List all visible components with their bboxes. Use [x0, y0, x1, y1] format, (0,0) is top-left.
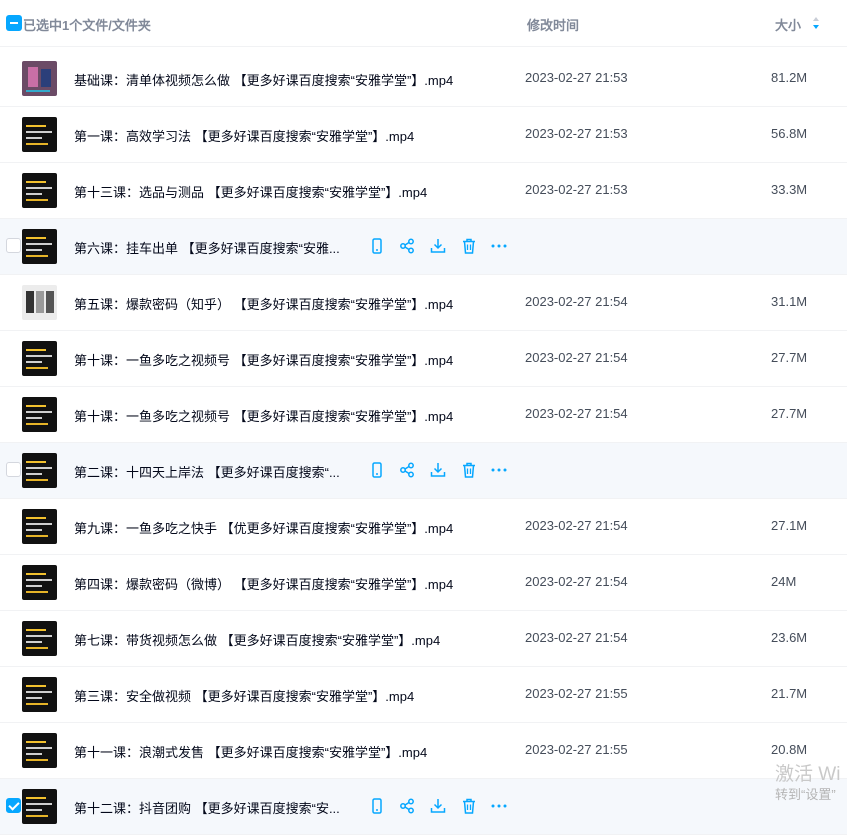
file-modified-time: 2023-02-27 21:53 — [525, 70, 628, 85]
file-size: 27.1M — [771, 518, 808, 533]
file-name[interactable]: 第十一课：浪潮式发售 【更多好课百度搜索“安雅学堂”】.mp4 — [74, 742, 427, 761]
file-name[interactable]: 第二课：十四天上岸法 【更多好课百度搜索“... — [74, 462, 340, 481]
file-row[interactable]: 第三课：安全做视频 【更多好课百度搜索“安雅学堂”】.mp4 2023-02-27… — [0, 667, 847, 723]
video-thumbnail — [22, 397, 57, 432]
file-name[interactable]: 第十三课：选品与测品 【更多好课百度搜索“安雅学堂”】.mp4 — [74, 182, 427, 201]
video-thumbnail — [22, 733, 57, 768]
video-thumbnail — [22, 61, 57, 96]
file-modified-time: 2023-02-27 21:53 — [525, 182, 628, 197]
share-icon[interactable] — [398, 797, 416, 815]
file-modified-time: 2023-02-27 21:54 — [525, 406, 628, 421]
file-row[interactable]: 第一课：高效学习法 【更多好课百度搜索“安雅学堂”】.mp4 2023-02-27… — [0, 107, 847, 163]
file-size: 81.2M — [771, 70, 808, 85]
phone-icon[interactable] — [368, 237, 386, 255]
file-name[interactable]: 第九课：一鱼多吃之快手 【优更多好课百度搜索“安雅学堂”】.mp4 — [74, 518, 453, 537]
file-name[interactable]: 第十二课：抖音团购 【更多好课百度搜索“安... — [74, 798, 340, 817]
file-row[interactable]: 第十课：一鱼多吃之视频号 【更多好课百度搜索“安雅学堂”】.mp4 2023-02… — [0, 331, 847, 387]
file-row[interactable]: 第五课：爆款密码（知乎） 【更多好课百度搜索“安雅学堂”】.mp4 2023-02… — [0, 275, 847, 331]
column-header-size[interactable]: 大小 — [775, 15, 801, 34]
file-name[interactable]: 第十课：一鱼多吃之视频号 【更多好课百度搜索“安雅学堂”】.mp4 — [74, 350, 453, 369]
file-name[interactable]: 第一课：高效学习法 【更多好课百度搜索“安雅学堂”】.mp4 — [74, 126, 414, 145]
file-size: 21.7M — [771, 686, 808, 701]
video-thumbnail — [22, 285, 57, 320]
file-modified-time: 2023-02-27 21:54 — [525, 294, 628, 309]
file-name[interactable]: 第五课：爆款密码（知乎） 【更多好课百度搜索“安雅学堂”】.mp4 — [74, 294, 453, 313]
file-row[interactable]: 第四课：爆款密码（微博） 【更多好课百度搜索“安雅学堂”】.mp4 2023-02… — [0, 555, 847, 611]
file-name[interactable]: 第六课：挂车出单 【更多好课百度搜索“安雅... — [74, 238, 340, 257]
delete-icon[interactable] — [460, 237, 478, 255]
file-modified-time: 2023-02-27 21:55 — [525, 742, 628, 757]
file-modified-time: 2023-02-27 21:53 — [525, 126, 628, 141]
phone-icon[interactable] — [368, 461, 386, 479]
file-row[interactable]: 基础课：清单体视频怎么做 【更多好课百度搜索“安雅学堂”】.mp4 2023-02… — [0, 51, 847, 107]
video-thumbnail — [22, 341, 57, 376]
file-row[interactable]: 第六课：挂车出单 【更多好课百度搜索“安雅... — [0, 219, 847, 275]
windows-activation-hint: 转到“设置” — [775, 787, 836, 802]
file-name[interactable]: 第三课：安全做视频 【更多好课百度搜索“安雅学堂”】.mp4 — [74, 686, 414, 705]
more-icon[interactable] — [490, 797, 508, 815]
share-icon[interactable] — [398, 237, 416, 255]
file-size: 20.8M — [771, 742, 808, 757]
video-thumbnail — [22, 117, 57, 152]
file-row[interactable]: 第二课：十四天上岸法 【更多好课百度搜索“... — [0, 443, 847, 499]
video-thumbnail — [22, 789, 57, 824]
file-list-header: 已选中1个文件/文件夹 修改时间 大小 — [0, 0, 847, 47]
file-row[interactable]: 第十课：一鱼多吃之视频号 【更多好课百度搜索“安雅学堂”】.mp4 2023-02… — [0, 387, 847, 443]
video-thumbnail — [22, 677, 57, 712]
delete-icon[interactable] — [460, 461, 478, 479]
video-thumbnail — [22, 453, 57, 488]
file-size: 24M — [771, 574, 797, 589]
download-icon[interactable] — [429, 461, 447, 479]
row-checkbox[interactable] — [6, 462, 21, 477]
file-modified-time: 2023-02-27 21:54 — [525, 630, 628, 645]
file-name[interactable]: 基础课：清单体视频怎么做 【更多好课百度搜索“安雅学堂”】.mp4 — [74, 70, 453, 89]
delete-icon[interactable] — [460, 797, 478, 815]
file-name[interactable]: 第七课：带货视频怎么做 【更多好课百度搜索“安雅学堂”】.mp4 — [74, 630, 440, 649]
file-size: 31.1M — [771, 294, 808, 309]
video-thumbnail — [22, 621, 57, 656]
file-name[interactable]: 第十课：一鱼多吃之视频号 【更多好课百度搜索“安雅学堂”】.mp4 — [74, 406, 453, 425]
more-icon[interactable] — [490, 461, 508, 479]
file-modified-time: 2023-02-27 21:55 — [525, 686, 628, 701]
file-name[interactable]: 第四课：爆款密码（微博） 【更多好课百度搜索“安雅学堂”】.mp4 — [74, 574, 453, 593]
file-row[interactable]: 第七课：带货视频怎么做 【更多好课百度搜索“安雅学堂”】.mp4 2023-02-… — [0, 611, 847, 667]
video-thumbnail — [22, 565, 57, 600]
file-row[interactable]: 第九课：一鱼多吃之快手 【优更多好课百度搜索“安雅学堂”】.mp4 2023-02… — [0, 499, 847, 555]
file-modified-time: 2023-02-27 21:54 — [525, 518, 628, 533]
file-size: 56.8M — [771, 126, 808, 141]
sort-descending-icon[interactable] — [812, 15, 820, 31]
row-checkbox[interactable] — [6, 798, 21, 813]
file-size: 27.7M — [771, 350, 808, 365]
phone-icon[interactable] — [368, 797, 386, 815]
row-checkbox[interactable] — [6, 238, 21, 253]
share-icon[interactable] — [398, 461, 416, 479]
more-icon[interactable] — [490, 237, 508, 255]
column-header-modified-time[interactable]: 修改时间 — [527, 15, 579, 34]
file-row[interactable]: 第十三课：选品与测品 【更多好课百度搜索“安雅学堂”】.mp4 2023-02-2… — [0, 163, 847, 219]
file-size: 27.7M — [771, 406, 808, 421]
download-icon[interactable] — [429, 797, 447, 815]
file-modified-time: 2023-02-27 21:54 — [525, 574, 628, 589]
download-icon[interactable] — [429, 237, 447, 255]
file-row[interactable]: 第十二课：抖音团购 【更多好课百度搜索“安... — [0, 779, 847, 835]
video-thumbnail — [22, 173, 57, 208]
video-thumbnail — [22, 509, 57, 544]
file-size: 33.3M — [771, 182, 808, 197]
file-row[interactable]: 第十一课：浪潮式发售 【更多好课百度搜索“安雅学堂”】.mp4 2023-02-2… — [0, 723, 847, 779]
select-all-checkbox[interactable] — [6, 15, 22, 31]
selection-count-label: 已选中1个文件/文件夹 — [23, 18, 151, 33]
file-size: 23.6M — [771, 630, 808, 645]
file-modified-time: 2023-02-27 21:54 — [525, 350, 628, 365]
windows-activation-watermark: 激活 Wi — [775, 764, 841, 785]
video-thumbnail — [22, 229, 57, 264]
